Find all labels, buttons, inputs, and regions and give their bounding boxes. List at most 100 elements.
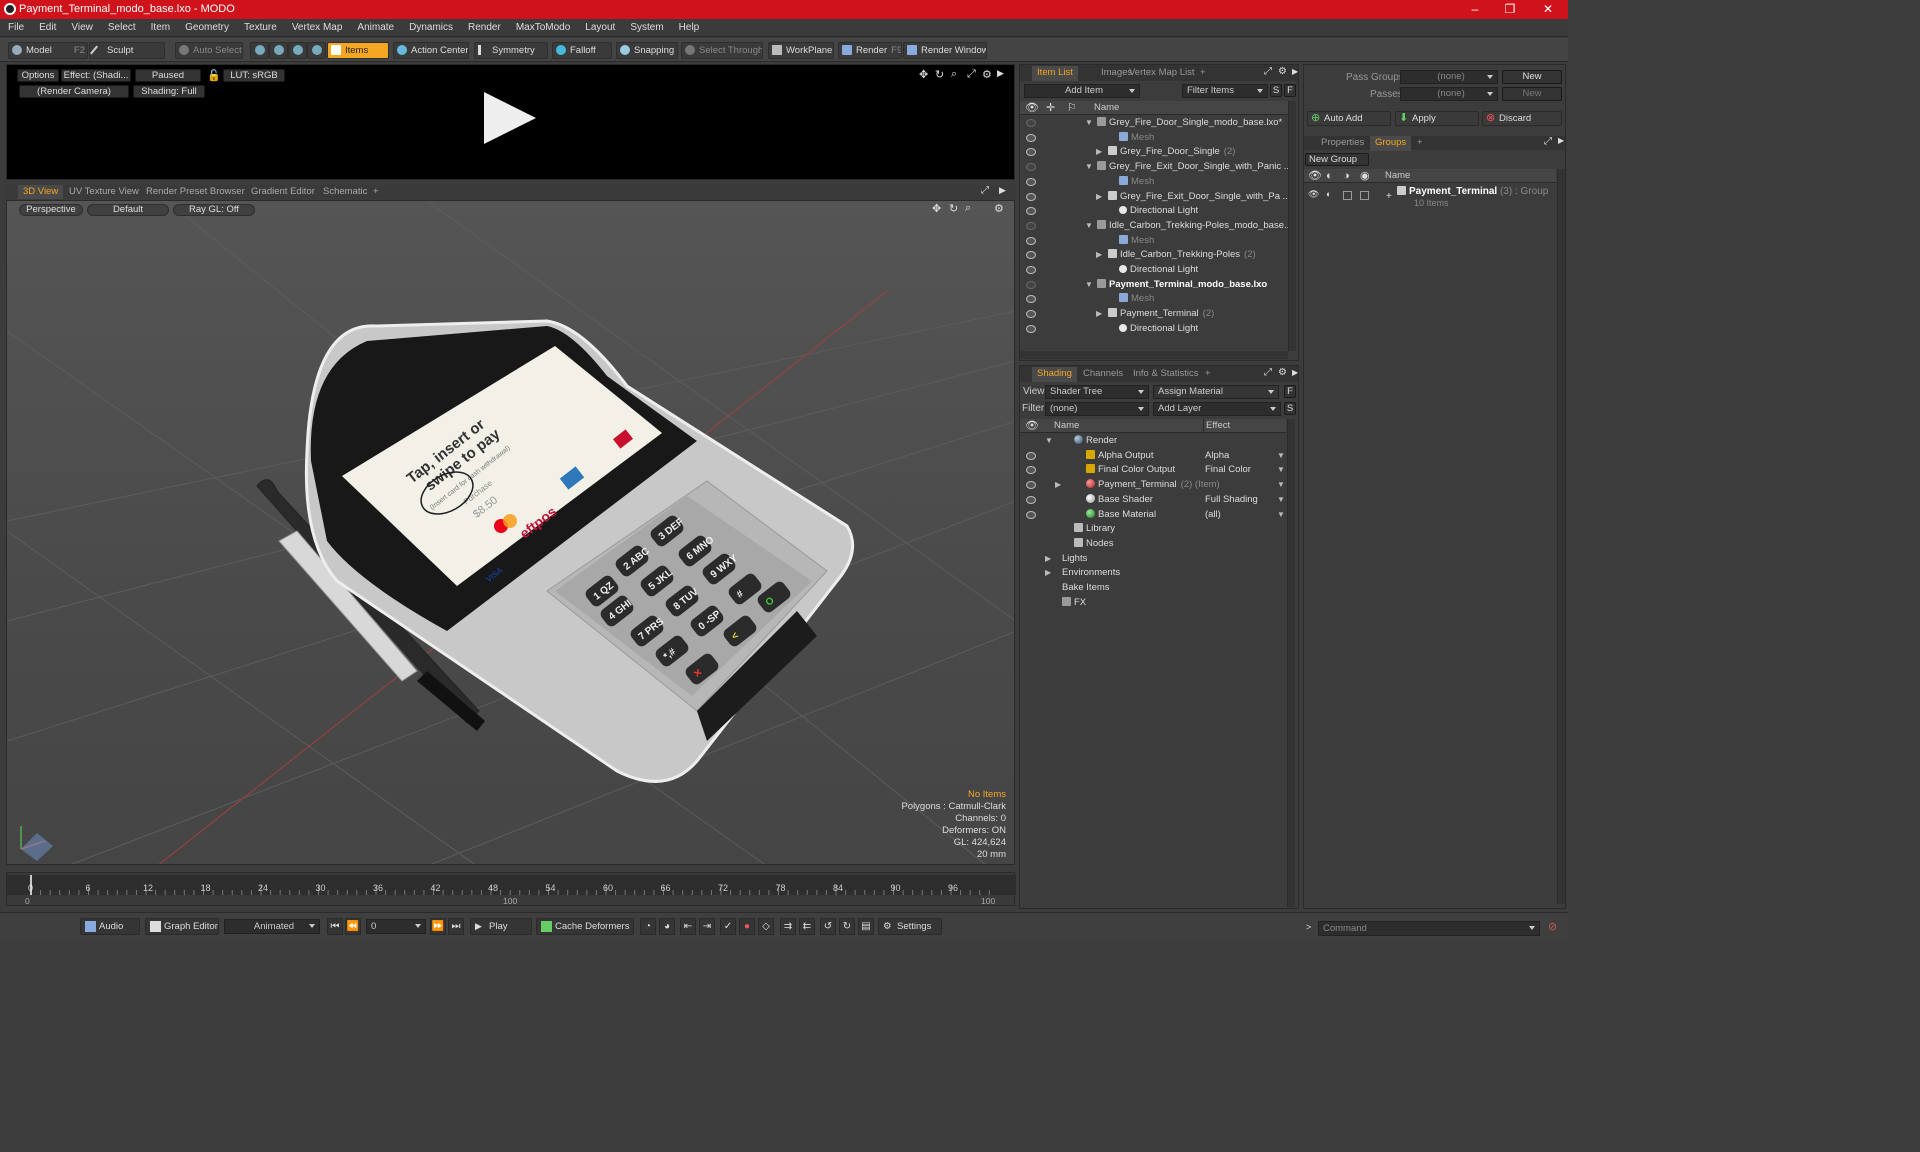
filter-items-input[interactable]: Filter Items [1182,84,1268,98]
previous-key-button[interactable]: ⏪ [345,918,361,935]
lock-checkbox[interactable] [1343,191,1352,200]
expand-arrow-icon[interactable]: ▶ [997,68,1004,79]
action-center-button[interactable]: Action Center [393,42,469,59]
expand-arrow-icon[interactable]: ▼ [1085,278,1093,293]
visibility-eye-icon[interactable] [1026,466,1036,475]
render-button[interactable]: Render F9 [838,42,902,59]
shader-tree-dropdown[interactable]: Shader Tree [1045,385,1149,399]
rotate-icon[interactable]: ↻ [949,202,958,215]
loop-icon[interactable]: ↺ [820,918,836,935]
expand-arrow-icon[interactable]: ▶ [999,185,1006,196]
add-item-dropdown[interactable]: Add Item [1024,84,1140,98]
menu-maxtomodo[interactable]: MaxToModo [508,19,577,33]
render-window-button[interactable]: Render Window [903,42,987,59]
tab-channels[interactable]: Channels [1078,367,1128,382]
key-selected-icon[interactable]: ◕ [659,918,675,935]
tab-uv-texture-view[interactable]: UV Texture View [64,185,144,199]
vertices-mode-button[interactable] [250,42,269,59]
shader-tree-row[interactable]: Nodes [1020,537,1286,552]
effect-dropdown[interactable]: Full Shading [1205,493,1258,508]
shader-tree-row[interactable]: Bake Items [1020,581,1286,596]
discard-button[interactable]: ⊗ Discard [1482,111,1562,126]
preview-options-button[interactable]: Options [17,69,59,82]
minimize-button[interactable]: – [1460,1,1490,17]
expand-arrow-icon[interactable]: ▶ [1292,67,1298,76]
effect-dropdown[interactable]: (all) [1205,508,1221,523]
play-preview-icon[interactable] [484,92,536,144]
auto-add-button[interactable]: ⊕ Auto Add [1307,111,1391,126]
item-list-scrollbar[interactable] [1288,101,1296,351]
tab-vertex-map-list[interactable]: Vertex Map List [1124,66,1199,81]
shading-f-button[interactable]: F [1284,385,1296,398]
visibility-eye-icon[interactable] [1026,451,1036,460]
backward-icon[interactable]: ⇇ [799,918,815,935]
tab-properties[interactable]: Properties [1316,136,1369,151]
zoom-icon[interactable]: ⌕ [951,68,957,81]
filter-s-button[interactable]: S [1270,84,1282,97]
shader-tree-row[interactable]: Base Shader Full Shading ▼ [1020,493,1286,508]
visibility-eye-icon[interactable] [1026,177,1036,186]
select-checkbox[interactable] [1360,191,1369,200]
pass-groups-dropdown[interactable]: (none) [1400,70,1498,84]
filter-f-button[interactable]: F [1284,84,1296,97]
add-tab-button[interactable]: + [368,185,384,199]
item-list-row[interactable]: ▶ Payment_Terminal (2) [1020,307,1288,322]
items-mode-button[interactable]: Items [327,42,389,59]
expand-arrow-icon[interactable]: ▶ [1096,307,1102,322]
item-list-row[interactable]: Directional Light [1020,263,1288,278]
visibility-eye-icon[interactable] [1026,481,1036,490]
menu-animate[interactable]: Animate [349,19,401,33]
new-group-button[interactable]: New Group [1305,153,1369,166]
chevron-down-icon[interactable]: ▼ [1277,449,1285,464]
maximize-panel-icon[interactable]: ⤢ [1264,66,1272,77]
item-list-row[interactable]: ▼ Grey_Fire_Door_Single_modo_base.lxo* [1020,116,1288,131]
tab-shading[interactable]: Shading [1032,367,1077,382]
preview-paused-button[interactable]: Paused [135,69,201,82]
tab-info-statistics[interactable]: Info & Statistics [1128,367,1203,382]
maximize-panel-icon[interactable]: ⤢ [1264,367,1272,378]
visibility-eye-icon[interactable] [1026,207,1036,216]
menu-view[interactable]: View [63,19,100,33]
ray-gl-dropdown[interactable]: Ray GL: Off [173,204,255,216]
shader-tree-row[interactable]: Library [1020,522,1286,537]
visibility-eye-icon[interactable] [1026,495,1036,504]
visibility-eye-icon[interactable] [1026,310,1036,319]
menu-system[interactable]: System [622,19,670,33]
effect-dropdown[interactable]: Alpha [1205,449,1229,464]
chevron-down-icon[interactable]: ▼ [1277,478,1285,493]
visibility-eye-icon[interactable] [1026,510,1036,519]
close-button[interactable]: ✕ [1533,1,1563,17]
menu-item[interactable]: Item [143,19,177,33]
command-input[interactable]: Command [1318,921,1540,936]
visibility-eye-icon[interactable] [1026,148,1036,157]
materials-mode-button[interactable] [307,42,326,59]
menu-render[interactable]: Render [460,19,508,33]
preview-effect-dropdown[interactable]: Effect: (Shadi... [61,69,131,82]
menu-geometry[interactable]: Geometry [177,19,236,33]
shader-tree-row[interactable]: ▶ Lights [1020,552,1286,567]
model-mode-button[interactable]: Model F2 [8,42,88,59]
item-list-row[interactable]: Mesh [1020,131,1288,146]
item-list-row[interactable]: ▼ Idle_Carbon_Trekking-Poles_modo_base... [1020,219,1288,234]
expand-arrow-icon[interactable]: ▶ [1096,190,1102,205]
current-frame-input[interactable]: 0 [366,919,426,934]
shader-tree-row[interactable]: Alpha Output Alpha ▼ [1020,449,1286,464]
gear-icon[interactable]: ⚙ [1278,367,1287,378]
next-key-button[interactable]: ⏩ [430,918,446,935]
expand-arrow-icon[interactable]: ▶ [1558,136,1564,145]
menu-edit[interactable]: Edit [31,19,63,33]
expand-arrow-icon[interactable]: ▶ [1045,552,1051,567]
menu-vertex-map[interactable]: Vertex Map [284,19,350,33]
visibility-eye-icon[interactable] [1026,221,1036,230]
maximize-panel-icon[interactable]: ⤢ [1544,136,1552,147]
item-list-row[interactable]: ▼ Grey_Fire_Exit_Door_Single_with_Panic .… [1020,160,1288,175]
visibility-eye-icon[interactable] [1026,133,1036,142]
mark-icon[interactable]: ↻ [839,918,855,935]
lock-icon[interactable]: 🔓 [207,69,221,82]
shader-tree-row[interactable]: FX [1020,596,1286,611]
menu-file[interactable]: File [0,19,31,33]
go-to-end-button[interactable]: ⏭ [448,918,464,935]
visibility-eye-icon[interactable] [1026,324,1036,333]
expand-arrow-icon[interactable]: ▼ [1045,434,1053,449]
expand-arrow-icon[interactable]: ▼ [1085,160,1093,175]
